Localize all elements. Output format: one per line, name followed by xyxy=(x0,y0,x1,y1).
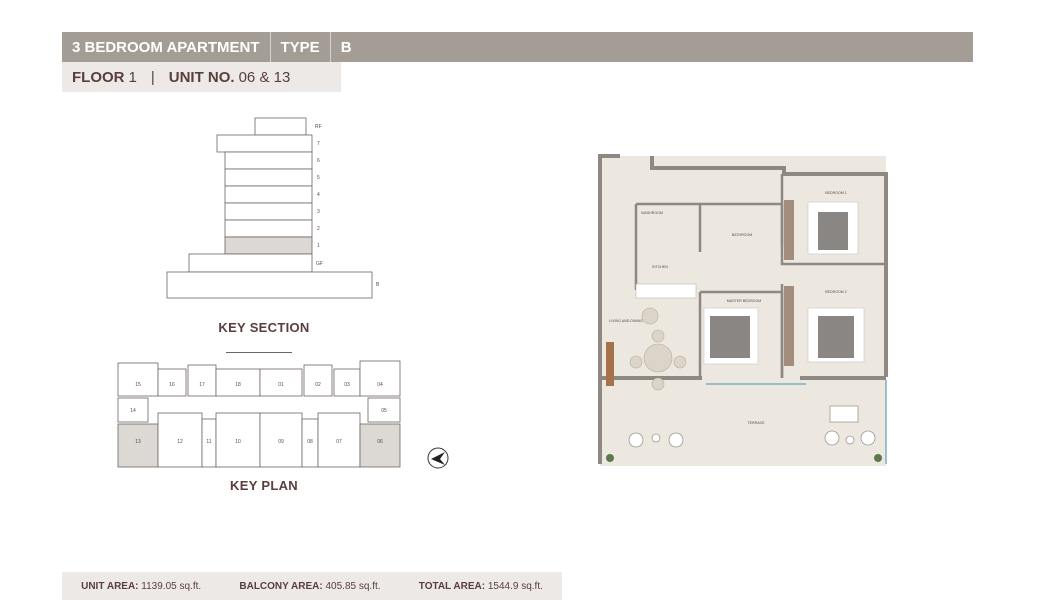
room-label-living: LIVING AND DINING xyxy=(609,319,643,323)
plan-label-08: 08 xyxy=(307,439,313,445)
wardrobe-living xyxy=(606,342,614,386)
area-summary-bar: UNIT AREA: 1139.05 sq.ft. BALCONY AREA: … xyxy=(62,572,562,600)
floor-tick-4: 4 xyxy=(317,192,320,198)
type-label: TYPE xyxy=(280,38,320,56)
key-plan-diagram: 15 16 17 18 01 02 03 04 14 05 13 12 11 1… xyxy=(117,360,449,469)
balcony-area-value: 405.85 sq.ft. xyxy=(325,580,381,592)
plant-icon xyxy=(874,454,882,462)
room-label-bedroom1: BEDROOM 1 xyxy=(825,191,847,195)
plan-label-06: 06 xyxy=(377,439,383,445)
unit-area-value: 1139.05 sq.ft. xyxy=(141,580,202,592)
floor-tick-7: 7 xyxy=(317,141,320,147)
room-label-bathroom: BATHROOM xyxy=(732,233,753,237)
plan-unit-02 xyxy=(303,364,333,397)
plan-label-02: 02 xyxy=(315,382,321,388)
room-label-bedroom2: BEDROOM 2 xyxy=(825,290,847,294)
type-value: B xyxy=(340,38,352,56)
wardrobe-bed1 xyxy=(784,200,794,260)
floor-plan-diagram: BEDROOM 1 BEDROOM 2 BATHROOM WASHROOM KI… xyxy=(598,154,888,466)
plan-label-11: 11 xyxy=(206,439,211,445)
kitchen-counter xyxy=(635,283,697,299)
plan-unit-04 xyxy=(359,360,401,397)
plan-label-03: 03 xyxy=(344,382,350,388)
plan-label-04: 04 xyxy=(377,382,383,388)
key-section-diagram: RF 7 6 5 4 3 2 1 GF B xyxy=(166,117,380,299)
total-area: TOTAL AREA: 1544.9 sq.ft. xyxy=(419,581,543,592)
apartment-title: 3 BEDROOM APARTMENT xyxy=(72,38,260,56)
unit-value: 06 & 13 xyxy=(238,68,291,86)
key-section-title: KEY SECTION xyxy=(218,320,310,335)
total-area-label: TOTAL AREA: xyxy=(418,580,486,592)
wardrobe-bed2 xyxy=(784,286,794,366)
total-area-value: 1544.9 sq.ft. xyxy=(487,580,543,592)
key-plan-title: KEY PLAN xyxy=(230,478,298,493)
plan-label-18: 18 xyxy=(235,382,241,388)
room-label-master: MASTER BEDROOM xyxy=(727,299,762,303)
subheader-divider: | xyxy=(150,68,155,86)
plant-icon xyxy=(606,454,614,462)
section-gf xyxy=(188,253,313,273)
bed-bedroom1 xyxy=(807,201,859,255)
floor-tick-gf: GF xyxy=(316,261,323,267)
room-label-terrace: TERRACE xyxy=(747,421,765,425)
floor-tick-5: 5 xyxy=(317,175,320,181)
floor-tick-b: B xyxy=(376,282,380,288)
section-1 xyxy=(224,236,313,255)
caption-rule xyxy=(226,352,292,353)
section-rf xyxy=(254,117,307,136)
balcony-area: BALCONY AREA: 405.85 sq.ft. xyxy=(239,581,380,592)
floor-tick-1: 1 xyxy=(317,243,320,249)
plan-label-13: 13 xyxy=(135,439,141,445)
plan-unit-17 xyxy=(187,364,217,397)
plan-label-09: 09 xyxy=(278,439,284,445)
floor-value: 1 xyxy=(128,68,137,86)
section-3 xyxy=(224,202,313,221)
section-6 xyxy=(224,151,313,170)
section-4 xyxy=(224,185,313,204)
floor-tick-6: 6 xyxy=(317,158,320,164)
floor-label: FLOOR xyxy=(72,68,125,86)
plan-unit-06 xyxy=(359,423,401,468)
plan-label-16: 16 xyxy=(169,382,175,388)
floor-tick-2: 2 xyxy=(317,226,320,232)
section-5 xyxy=(224,168,313,187)
section-2 xyxy=(224,219,313,238)
floor-tick-3: 3 xyxy=(317,209,320,215)
section-7 xyxy=(216,134,313,153)
plan-label-12: 12 xyxy=(177,439,183,445)
bed-bedroom2 xyxy=(807,307,865,363)
header-bar: 3 BEDROOM APARTMENT TYPE B xyxy=(62,32,973,62)
unit-label: UNIT NO. xyxy=(168,68,235,86)
floor-tick-rf: RF xyxy=(315,124,322,130)
subheader-bar: FLOOR 1 | UNIT NO. 06 & 13 xyxy=(62,62,341,92)
plan-label-05: 05 xyxy=(381,408,387,414)
north-arrow-icon xyxy=(427,447,449,469)
room-label-washroom: WASHROOM xyxy=(641,211,663,215)
unit-area-label: UNIT AREA: xyxy=(81,580,139,592)
plan-label-07: 07 xyxy=(336,439,342,445)
plan-unit-13 xyxy=(117,423,159,468)
section-b xyxy=(166,271,373,299)
room-label-kitchen: KITCHEN xyxy=(652,265,668,269)
plan-label-14: 14 xyxy=(130,408,136,414)
unit-area: UNIT AREA: 1139.05 sq.ft. xyxy=(81,581,201,592)
plan-label-10: 10 xyxy=(235,439,241,445)
plan-label-15: 15 xyxy=(135,382,141,388)
plan-unit-15 xyxy=(117,362,159,397)
bed-master xyxy=(703,307,759,365)
plan-label-17: 17 xyxy=(199,382,205,388)
balcony-area-label: BALCONY AREA: xyxy=(239,580,323,592)
plan-label-01: 01 xyxy=(278,382,284,388)
